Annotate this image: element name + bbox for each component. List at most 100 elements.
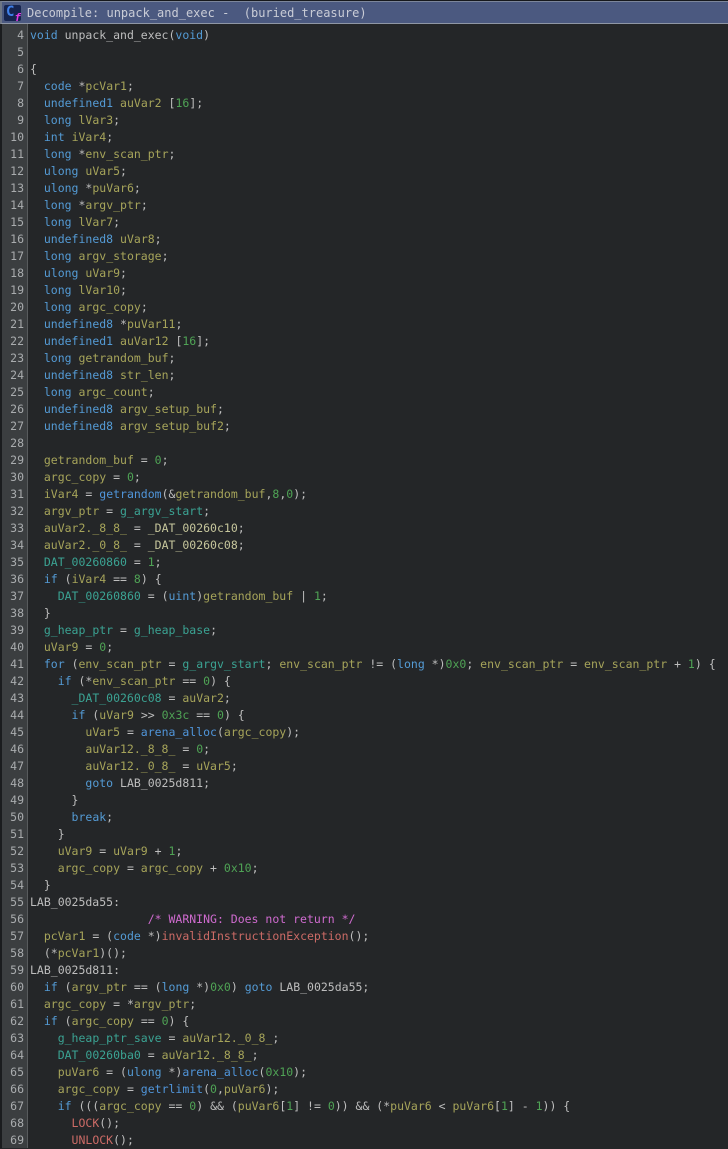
code-token[interactable]: uVar9 [99,708,134,722]
code-token[interactable]: puVar6 [390,1099,432,1113]
code-token[interactable]: 16 [182,334,196,348]
code-token[interactable]: >> [134,708,162,722]
code-token[interactable]: g_heap_base [134,623,210,637]
code-token[interactable] [30,368,44,382]
code-line[interactable]: undefined1 auVar2 [16]; [30,95,728,112]
code-token[interactable]: ; [252,861,259,875]
code-token[interactable]: getrlimit [141,1082,203,1096]
code-token[interactable]: undefined8 [44,419,113,433]
code-token[interactable]: ; [106,640,113,654]
code-token[interactable] [113,96,120,110]
code-token[interactable]: argv_setup_buf [120,402,217,416]
code-token[interactable]: * [72,79,85,93]
code-token[interactable]: ; [120,164,127,178]
code-token[interactable] [113,334,120,348]
code-token[interactable]: iVar4 [72,572,107,586]
code-token[interactable]: == [175,674,203,688]
code-token[interactable]: iVar4 [44,487,79,501]
code-token[interactable]: for [44,657,65,671]
code-line[interactable]: puVar6 = (ulong *)arena_alloc(0x10); [30,1064,728,1081]
code-line[interactable]: if (((argc_copy == 0) && (puVar6[1] != 0… [30,1098,728,1115]
code-token[interactable] [30,861,58,875]
code-token[interactable] [30,317,44,331]
code-token[interactable]: ; [175,844,182,858]
code-token[interactable]: = [120,1082,141,1096]
code-token[interactable]: ; [127,79,134,93]
code-token[interactable] [30,1048,58,1062]
code-token[interactable]: ); [293,487,307,501]
code-line[interactable]: undefined8 str_len; [30,367,728,384]
code-token[interactable]: LAB_0025da55; [272,980,369,994]
code-token[interactable]: == [189,708,217,722]
code-line[interactable]: iVar4 = getrandom(&getrandom_buf,8,0); [30,486,728,503]
code-token[interactable]: long [44,198,72,212]
code-token[interactable]: argc_copy [224,725,286,739]
code-line[interactable]: uVar5 = arena_alloc(argc_copy); [30,724,728,741]
code-token[interactable]: long [44,283,72,297]
code-token[interactable]: | [293,589,314,603]
code-token[interactable]: = [162,657,183,671]
code-token[interactable] [30,130,44,144]
code-token[interactable]: == [162,1099,190,1113]
code-line[interactable]: ulong uVar9; [30,265,728,282]
code-token[interactable] [30,419,44,433]
code-token[interactable]: } [30,878,51,892]
code-token[interactable]: long [44,215,72,229]
code-line[interactable]: getrandom_buf = 0; [30,452,728,469]
decompile-panel-titlebar[interactable]: C f Decompile: unpack_and_exec - (buried… [0,1,728,24]
code-token[interactable]: uVar9 [85,266,120,280]
code-token[interactable]: ; [203,504,210,518]
code-token[interactable]: ; [224,419,231,433]
code-token[interactable]: (); [113,1133,134,1147]
code-token[interactable]: argc_copy [99,1099,161,1113]
code-token[interactable]: argv_setup_buf2 [120,419,224,433]
code-token[interactable]: puVar6 [58,1065,100,1079]
code-token[interactable]: undefined8 [44,317,113,331]
code-line[interactable]: if (argc_copy == 0) { [30,1013,728,1030]
code-token[interactable] [113,232,120,246]
code-line[interactable]: { [30,61,728,78]
code-token[interactable]: getrandom_buf [44,453,134,467]
code-token[interactable]: ] != [293,1099,328,1113]
code-token[interactable]: long [44,351,72,365]
code-token[interactable]: auVar2 [120,96,162,110]
code-token[interactable]: code [113,929,141,943]
code-token[interactable]: = [120,725,141,739]
code-token[interactable]: == [106,572,134,586]
code-token[interactable]: ; [238,538,245,552]
code-line[interactable]: long *argv_ptr; [30,197,728,214]
code-token[interactable]: ; [148,385,155,399]
code-token[interactable]: (& [162,487,176,501]
code-token[interactable]: ; [155,555,162,569]
code-token[interactable] [72,113,79,127]
code-token[interactable]: 1 [148,555,155,569]
code-token[interactable]: = [106,470,127,484]
code-token[interactable]: env_scan_ptr [79,657,162,671]
code-token[interactable]: code [44,79,72,93]
code-token[interactable]: = [162,1031,183,1045]
code-line[interactable]: uVar9 = 0; [30,639,728,656]
code-token[interactable]: ; [141,198,148,212]
code-token[interactable]: ( [58,1014,72,1028]
code-token[interactable]: = ( [85,929,113,943]
code-token[interactable]: int [44,130,65,144]
code-line[interactable]: if (uVar9 >> 0x3c == 0) { [30,707,728,724]
code-line[interactable]: long argc_count; [30,384,728,401]
code-area[interactable]: void unpack_and_exec(void){ code *pcVar1… [28,27,728,1148]
code-token[interactable]: ) { [224,708,245,722]
code-token[interactable]: ulong [127,1065,162,1079]
code-token[interactable]: ; [106,810,113,824]
code-token[interactable] [30,266,44,280]
code-token[interactable] [72,300,79,314]
code-token[interactable]: 0 [127,470,134,484]
code-line[interactable]: pcVar1 = (code *)invalidInstructionExcep… [30,928,728,945]
code-token[interactable]: ] - [508,1099,536,1113]
code-token[interactable]: ) [231,980,245,994]
code-line[interactable]: g_heap_ptr = g_heap_base; [30,622,728,639]
code-token[interactable]: argc_count [79,385,148,399]
code-token[interactable]: ; [210,623,217,637]
code-token[interactable]: long [44,300,72,314]
code-token[interactable] [30,521,44,535]
code-token[interactable]: goto [245,980,273,994]
code-token[interactable]: LAB_0025d811: [30,963,120,977]
